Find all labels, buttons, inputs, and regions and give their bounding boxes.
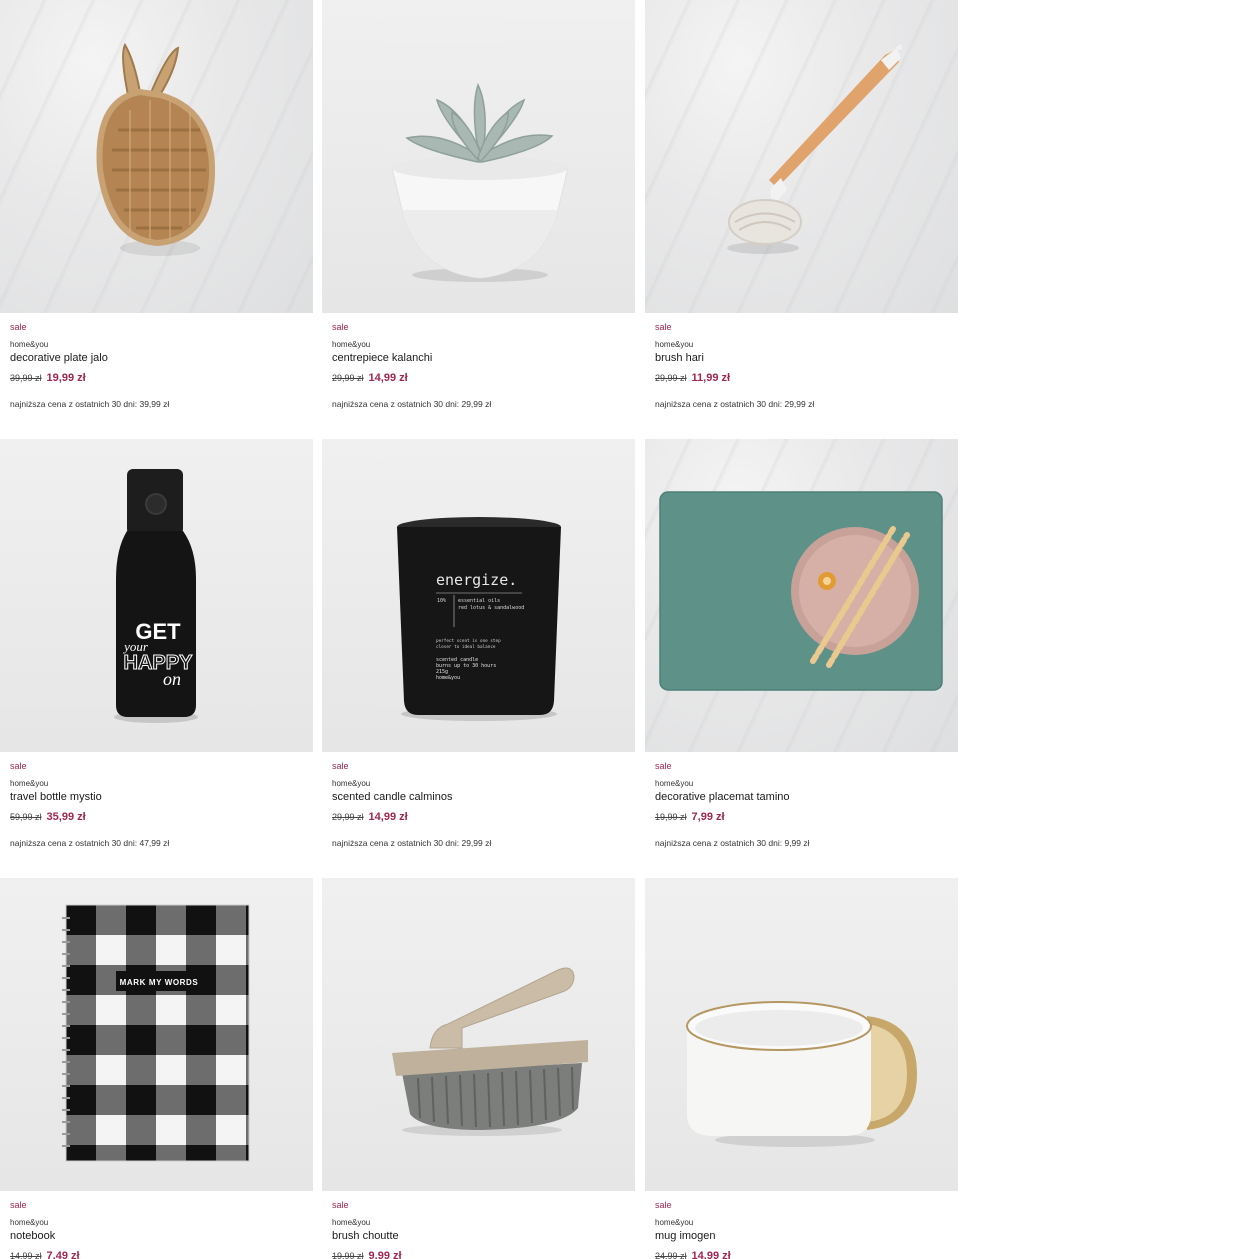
price-row: 59,99 zł 35,99 zł bbox=[10, 811, 86, 823]
price-row: 14,99 zł 7,49 zł bbox=[10, 1250, 80, 1259]
price-row: 29,99 zł 11,99 zł bbox=[655, 372, 730, 384]
product-card[interactable]: energize. 10% essential oils red lotus &… bbox=[322, 439, 635, 877]
product-name[interactable]: scented candle calminos bbox=[332, 791, 452, 803]
product-image[interactable] bbox=[645, 878, 958, 1191]
travel-bottle-image: GET your HAPPY on bbox=[114, 469, 198, 723]
sale-price: 7,49 zł bbox=[46, 1250, 80, 1259]
product-card[interactable]: MARK MY WORDS sale home&you notebook 14,… bbox=[0, 878, 313, 1259]
sale-price: 35,99 zł bbox=[46, 811, 86, 823]
brand-label: home&you bbox=[10, 1218, 49, 1227]
sale-badge: sale bbox=[655, 322, 672, 332]
product-card[interactable]: sale home&you mug imogen 24,99 zł 14,99 … bbox=[645, 878, 958, 1259]
product-card[interactable]: sale home&you decorative placemat tamino… bbox=[645, 439, 958, 877]
candle-scent: red lotus & sandalwood bbox=[458, 605, 524, 611]
candle-percent: 10% bbox=[437, 598, 446, 604]
product-image[interactable] bbox=[645, 0, 958, 313]
price-row: 39,99 zł 19,99 zł bbox=[10, 372, 86, 384]
candle-line-6: home&you bbox=[436, 675, 460, 681]
product-image[interactable]: energize. 10% essential oils red lotus &… bbox=[322, 439, 635, 752]
price-row: 29,99 zł 14,99 zł bbox=[332, 811, 408, 823]
brand-label: home&you bbox=[332, 779, 371, 788]
brand-label: home&you bbox=[332, 1218, 371, 1227]
price-row: 24,99 zł 14,99 zł bbox=[655, 1250, 731, 1259]
dish-brush-image bbox=[727, 44, 902, 254]
sale-badge: sale bbox=[655, 1200, 672, 1210]
candle-line-1: perfect scent is one step bbox=[436, 638, 501, 644]
lowest-price-note: najniższa cena z ostatnich 30 dni: 39,99… bbox=[10, 399, 170, 409]
bottle-text-on: on bbox=[163, 669, 181, 689]
sale-price: 14,99 zł bbox=[368, 372, 408, 384]
product-image[interactable]: GET your HAPPY on bbox=[0, 439, 313, 752]
old-price: 29,99 zł bbox=[332, 812, 364, 822]
old-price: 19,99 zł bbox=[332, 1251, 364, 1259]
sale-badge: sale bbox=[10, 1200, 27, 1210]
price-row: 19,99 zł 7,99 zł bbox=[655, 811, 725, 823]
sale-price: 19,99 zł bbox=[46, 372, 86, 384]
price-row: 29,99 zł 14,99 zł bbox=[332, 372, 408, 384]
product-name[interactable]: mug imogen bbox=[655, 1230, 716, 1242]
brand-label: home&you bbox=[655, 779, 694, 788]
brand-label: home&you bbox=[655, 340, 694, 349]
product-image[interactable] bbox=[645, 439, 958, 752]
sale-badge: sale bbox=[332, 1200, 349, 1210]
product-name[interactable]: travel bottle mystio bbox=[10, 791, 102, 803]
product-card[interactable]: sale home&you centrepiece kalanchi 29,99… bbox=[322, 0, 635, 438]
old-price: 24,99 zł bbox=[655, 1251, 687, 1259]
sale-badge: sale bbox=[332, 322, 349, 332]
product-name[interactable]: centrepiece kalanchi bbox=[332, 352, 432, 364]
product-image[interactable] bbox=[322, 0, 635, 313]
product-name[interactable]: notebook bbox=[10, 1230, 55, 1242]
bottle-text-happy: HAPPY bbox=[124, 652, 194, 674]
notebook-label: MARK MY WORDS bbox=[120, 978, 199, 987]
sale-price: 9,99 zł bbox=[368, 1250, 402, 1259]
wicker-pear-plate-image bbox=[96, 42, 216, 256]
product-card[interactable]: sale home&you brush choutte 19,99 zł 9,9… bbox=[322, 878, 635, 1259]
mug-image bbox=[686, 1001, 917, 1147]
product-name[interactable]: decorative placemat tamino bbox=[655, 791, 790, 803]
product-image[interactable] bbox=[322, 878, 635, 1191]
succulent-pot-image bbox=[391, 82, 569, 282]
sale-price: 14,99 zł bbox=[691, 1250, 731, 1259]
notebook-image: MARK MY WORDS bbox=[62, 904, 250, 1162]
old-price: 59,99 zł bbox=[10, 812, 42, 822]
sale-badge: sale bbox=[10, 761, 27, 771]
old-price: 29,99 zł bbox=[332, 373, 364, 383]
lowest-price-note: najniższa cena z ostatnich 30 dni: 29,99… bbox=[655, 399, 815, 409]
sale-price: 14,99 zł bbox=[368, 811, 408, 823]
product-image[interactable]: MARK MY WORDS bbox=[0, 878, 313, 1191]
sale-price: 7,99 zł bbox=[691, 811, 725, 823]
brand-label: home&you bbox=[10, 779, 49, 788]
sale-price: 11,99 zł bbox=[691, 372, 731, 384]
lowest-price-note: najniższa cena z ostatnich 30 dni: 29,99… bbox=[332, 399, 492, 409]
brand-label: home&you bbox=[10, 340, 49, 349]
old-price: 29,99 zł bbox=[655, 373, 687, 383]
sale-badge: sale bbox=[655, 761, 672, 771]
price-row: 19,99 zł 9,99 zł bbox=[332, 1250, 402, 1259]
scented-candle-image: energize. 10% essential oils red lotus &… bbox=[397, 517, 561, 721]
product-name[interactable]: brush hari bbox=[655, 352, 704, 364]
lowest-price-note: najniższa cena z ostatnich 30 dni: 29,99… bbox=[332, 838, 492, 848]
sale-badge: sale bbox=[332, 761, 349, 771]
candle-line-2: closer to ideal balance bbox=[436, 644, 496, 650]
scrub-brush-image bbox=[392, 967, 588, 1136]
placemat-image bbox=[659, 491, 943, 691]
old-price: 19,99 zł bbox=[655, 812, 687, 822]
lowest-price-note: najniższa cena z ostatnich 30 dni: 47,99… bbox=[10, 838, 170, 848]
candle-title: energize. bbox=[436, 571, 517, 589]
candle-oils: essential oils bbox=[458, 598, 500, 604]
lowest-price-note: najniższa cena z ostatnich 30 dni: 9,99 … bbox=[655, 838, 810, 848]
product-name[interactable]: decorative plate jalo bbox=[10, 352, 108, 364]
old-price: 39,99 zł bbox=[10, 373, 42, 383]
old-price: 14,99 zł bbox=[10, 1251, 42, 1259]
product-card[interactable]: GET your HAPPY on sale home&you travel b… bbox=[0, 439, 313, 877]
product-name[interactable]: brush choutte bbox=[332, 1230, 399, 1242]
brand-label: home&you bbox=[332, 340, 371, 349]
product-image[interactable] bbox=[0, 0, 313, 313]
product-card[interactable]: sale home&you decorative plate jalo 39,9… bbox=[0, 0, 313, 438]
product-card[interactable]: sale home&you brush hari 29,99 zł 11,99 … bbox=[645, 0, 958, 438]
brand-label: home&you bbox=[655, 1218, 694, 1227]
sale-badge: sale bbox=[10, 322, 27, 332]
